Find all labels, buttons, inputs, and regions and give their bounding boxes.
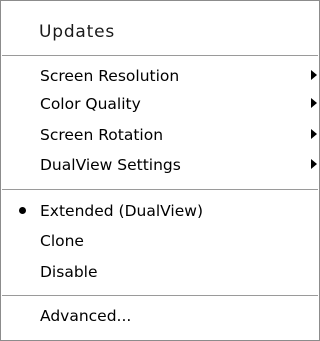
- menu-header-updates[interactable]: Updates: [39, 21, 115, 43]
- menu-item-label: DualView Settings: [40, 156, 181, 174]
- submenu-arrow-icon: [311, 159, 317, 169]
- menu-item-disable[interactable]: Disable: [1, 259, 319, 285]
- menu-item-label: Screen Rotation: [40, 126, 164, 144]
- menu-item-dualview-settings[interactable]: DualView Settings: [1, 152, 319, 178]
- menu-item-label: Disable: [40, 263, 98, 281]
- submenu-arrow-icon: [311, 129, 317, 139]
- menu-item-clone[interactable]: Clone: [1, 228, 319, 254]
- menu-item-label: Extended (DualView): [40, 202, 203, 220]
- context-menu: Updates Screen Resolution Color Quality …: [0, 0, 320, 341]
- menu-item-label: Clone: [40, 232, 84, 250]
- menu-item-screen-rotation[interactable]: Screen Rotation: [1, 122, 319, 148]
- radio-selected-bullet-icon: [19, 207, 26, 214]
- submenu-arrow-icon: [311, 98, 317, 108]
- menu-item-screen-resolution[interactable]: Screen Resolution: [1, 63, 319, 89]
- submenu-arrow-icon: [311, 70, 317, 80]
- menu-item-label: Color Quality: [40, 95, 141, 113]
- menu-item-label: Advanced...: [40, 307, 132, 325]
- menu-item-color-quality[interactable]: Color Quality: [1, 91, 319, 117]
- menu-separator: [2, 189, 318, 190]
- menu-item-advanced[interactable]: Advanced...: [1, 303, 319, 329]
- menu-separator: [2, 55, 318, 56]
- menu-separator: [2, 295, 318, 296]
- menu-item-extended-dualview[interactable]: Extended (DualView): [1, 198, 319, 224]
- menu-item-label: Screen Resolution: [40, 67, 180, 85]
